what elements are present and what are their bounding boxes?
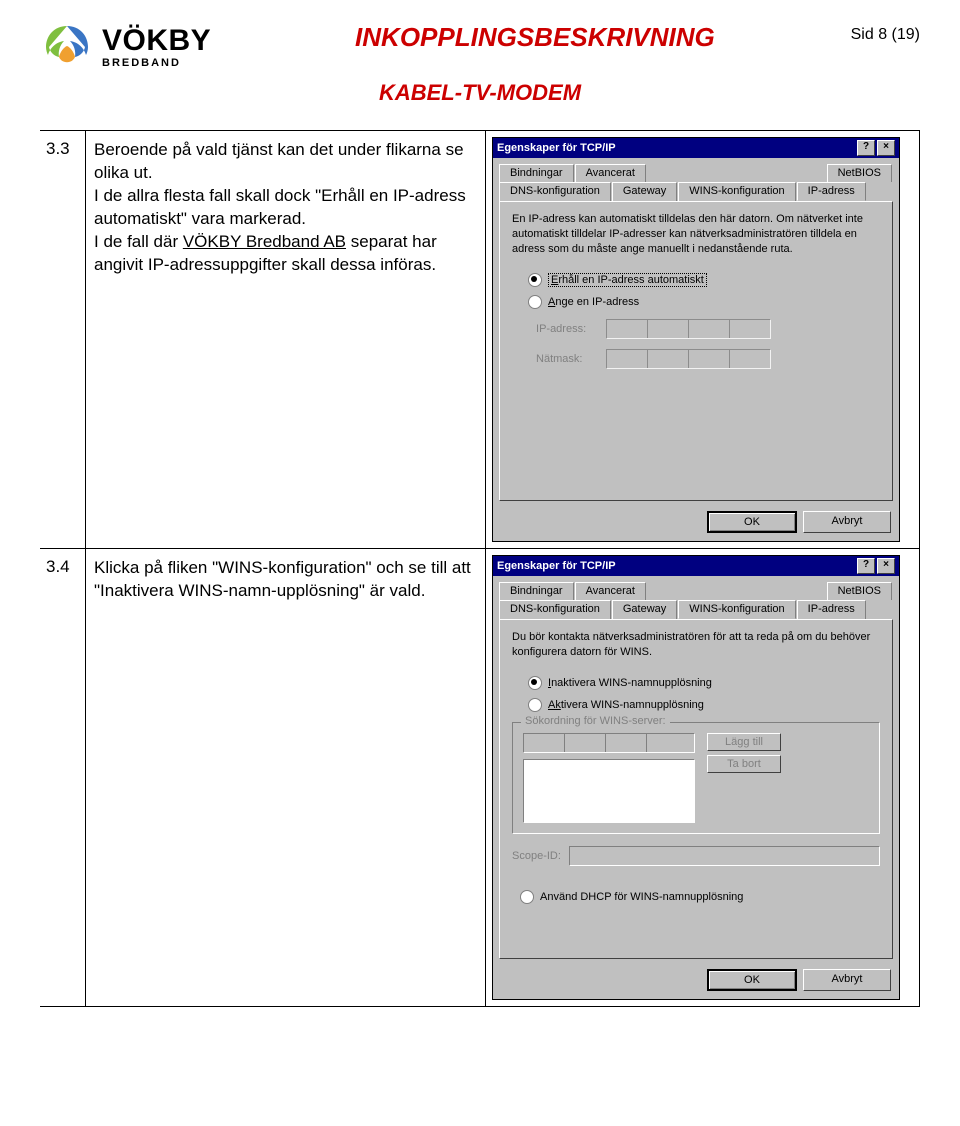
step-text-p1: Beroende på vald tjänst kan det under fl… [94,140,464,182]
radio-icon [528,273,542,287]
tcpip-properties-dialog-wins: Egenskaper för TCP/IP ? × Bindningar Ava… [492,555,900,1000]
document-subtitle: KABEL-TV-MODEM [40,80,920,106]
netmask-input [606,349,771,369]
step-screenshot: Egenskaper för TCP/IP ? × Bindningar Ava… [486,131,919,548]
tab-strip: Bindningar Avancerat NetBIOS DNS-konfigu… [499,164,893,201]
ip-address-row: IP-adress: [536,319,880,339]
dialog-button-row: OK Avbryt [493,507,899,541]
content-table: 3.3 Beroende på vald tjänst kan det unde… [40,130,920,1007]
step-text-p2a: I de allra flesta fall skall dock "Erhål… [94,186,466,228]
radio-enable-label: Aktivera WINS-namnupplösning [548,699,704,711]
ok-button[interactable]: OK [707,511,797,533]
logo-block: VÖKBY BREDBAND [40,20,211,74]
panel-description: Du bör kontakta nätverksadministratören … [512,630,880,660]
wins-server-group: Sökordning för WINS-server: Lägg till [512,722,880,834]
netmask-row: Nätmask: [536,349,880,369]
checkbox-dhcp-label: Använd DHCP för WINS-namnupplösning [540,891,743,903]
logo-main-text: VÖKBY [102,26,211,56]
tcpip-properties-dialog: Egenskaper för TCP/IP ? × Bindningar Ava… [492,137,900,542]
scope-id-label: Scope-ID: [512,850,561,862]
dialog-title-text: Egenskaper för TCP/IP [497,142,616,154]
tab-gateway[interactable]: Gateway [612,600,677,619]
radio-disable-label: Inaktivera WINS-namnupplösning [548,677,712,689]
tab-dns-konfiguration[interactable]: DNS-konfiguration [499,182,611,201]
tab-wins-konfiguration[interactable]: WINS-konfiguration [678,600,795,619]
netmask-label: Nätmask: [536,353,596,365]
dialog-button-row: OK Avbryt [493,965,899,999]
step-number: 3.3 [40,131,86,548]
checkbox-dhcp-wins[interactable]: Använd DHCP för WINS-namnupplösning [520,890,880,904]
wins-button-column: Lägg till Ta bort [707,733,781,773]
dialog-title-text: Egenskaper för TCP/IP [497,560,616,572]
radio-manual-label: Ange en IP-adress [548,296,639,308]
tab-bindningar[interactable]: Bindningar [499,164,574,182]
tab-panel-wins: Du bör kontakta nätverksadministratören … [499,619,893,959]
wins-server-list [523,759,695,823]
tab-avancerat[interactable]: Avancerat [575,582,646,600]
document-title: INKOPPLINGSBESKRIVNING [355,22,715,53]
tab-bindningar[interactable]: Bindningar [499,582,574,600]
tab-wins-konfiguration[interactable]: WINS-konfiguration [678,182,795,201]
step-screenshot: Egenskaper för TCP/IP ? × Bindningar Ava… [486,549,919,1006]
instruction-row: 3.4 Klicka på fliken "WINS-konfiguration… [40,549,919,1007]
tab-ip-adress[interactable]: IP-adress [797,600,866,619]
step-text-p2b: I de fall där [94,232,183,251]
tab-panel-ip: En IP-adress kan automatiskt tilldelas d… [499,201,893,501]
radio-icon [528,295,542,309]
close-button[interactable]: × [877,558,895,574]
step-number: 3.4 [40,549,86,1006]
help-button[interactable]: ? [857,140,875,156]
tab-netbios[interactable]: NetBIOS [827,164,892,182]
remove-button[interactable]: Ta bort [707,755,781,773]
add-button[interactable]: Lägg till [707,733,781,751]
scope-id-row: Scope-ID: [512,846,880,866]
scope-id-input [569,846,880,866]
dialog-titlebar[interactable]: Egenskaper för TCP/IP ? × [493,556,899,576]
wins-ip-input [523,733,695,753]
tab-avancerat[interactable]: Avancerat [575,164,646,182]
radio-enable-wins[interactable]: Aktivera WINS-namnupplösning [528,698,880,712]
tab-ip-adress[interactable]: IP-adress [797,182,866,201]
page-header: VÖKBY BREDBAND INKOPPLINGSBESKRIVNING Si… [40,20,920,74]
tab-netbios[interactable]: NetBIOS [827,582,892,600]
step-text: Beroende på vald tjänst kan det under fl… [86,131,486,548]
instruction-row: 3.3 Beroende på vald tjänst kan det unde… [40,131,919,549]
radio-icon [520,890,534,904]
panel-description: En IP-adress kan automatiskt tilldelas d… [512,212,880,257]
tab-gateway[interactable]: Gateway [612,182,677,201]
radio-icon [528,698,542,712]
logo-icon [40,20,94,74]
step-text-underline: VÖKBY Bredband AB [183,232,346,251]
logo-sub-text: BREDBAND [102,58,211,69]
step-text: Klicka på fliken "WINS-konfiguration" oc… [86,549,486,1006]
document-page: VÖKBY BREDBAND INKOPPLINGSBESKRIVNING Si… [0,0,960,1126]
radio-auto-ip[interactable]: Erhåll en IP-adress automatiskt [528,273,880,287]
cancel-button[interactable]: Avbryt [803,969,891,991]
ip-label: IP-adress: [536,323,596,335]
page-number: Sid 8 (19) [851,26,920,44]
logo-text: VÖKBY BREDBAND [102,26,211,69]
cancel-button[interactable]: Avbryt [803,511,891,533]
help-button[interactable]: ? [857,558,875,574]
step-text-p1: Klicka på fliken "WINS-konfiguration" oc… [94,558,471,600]
radio-manual-ip[interactable]: Ange en IP-adress [528,295,880,309]
ip-address-input [606,319,771,339]
group-title: Sökordning för WINS-server: [521,715,670,727]
tab-dns-konfiguration[interactable]: DNS-konfiguration [499,600,611,619]
dialog-titlebar[interactable]: Egenskaper för TCP/IP ? × [493,138,899,158]
close-button[interactable]: × [877,140,895,156]
radio-disable-wins[interactable]: Inaktivera WINS-namnupplösning [528,676,880,690]
radio-auto-label: Erhåll en IP-adress automatiskt [548,273,707,287]
tab-strip: Bindningar Avancerat NetBIOS DNS-konfigu… [499,582,893,619]
radio-icon [528,676,542,690]
ok-button[interactable]: OK [707,969,797,991]
